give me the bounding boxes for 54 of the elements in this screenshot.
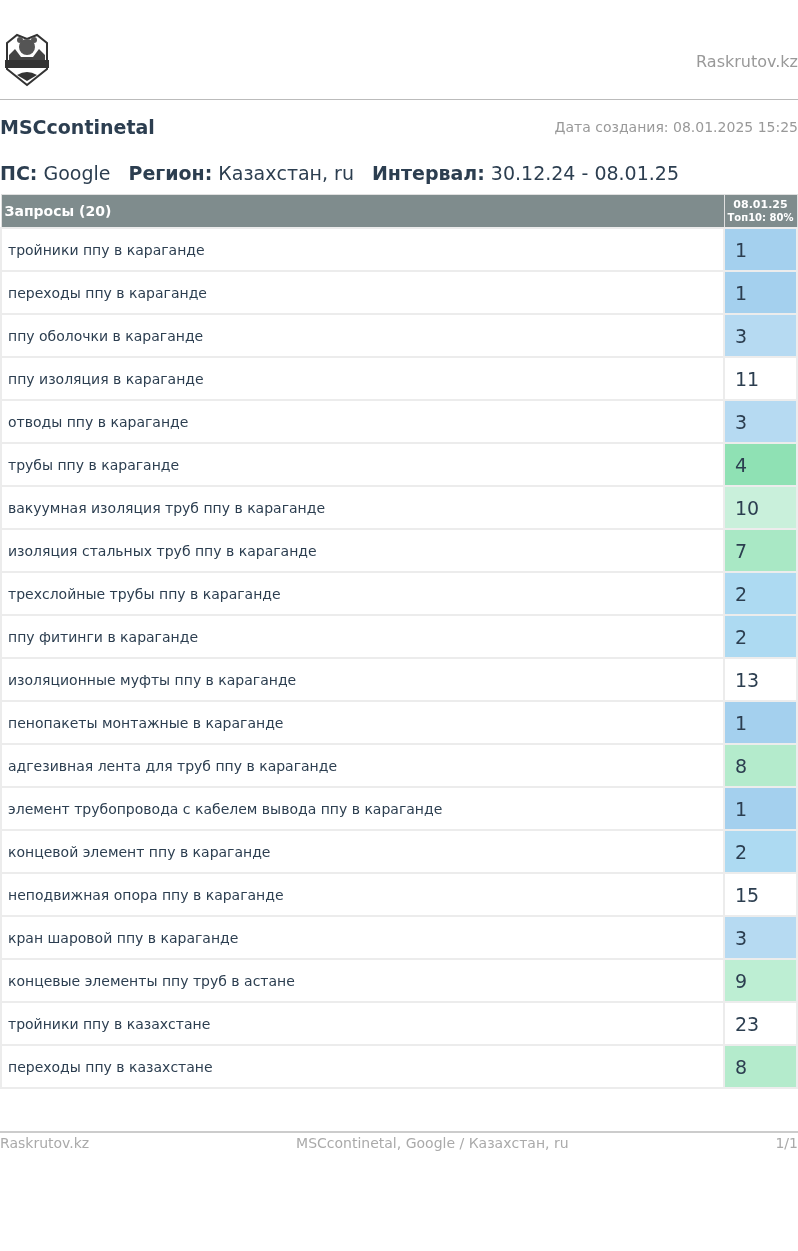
position-cell: 4 (724, 443, 797, 486)
position-cell: 13 (724, 658, 797, 701)
position-cell: 3 (724, 314, 797, 357)
position-cell: 1 (724, 701, 797, 744)
site-name: Raskrutov.kz (696, 52, 798, 71)
param-label: Регион: (128, 162, 213, 184)
query-cell: концевой элемент ппу в караганде (1, 830, 724, 873)
param-value: Google (43, 162, 111, 184)
position-cell: 2 (724, 615, 797, 658)
query-cell: концевые элементы ппу труб в астане (1, 959, 724, 1002)
position-cell: 15 (724, 873, 797, 916)
query-cell: кран шаровой ппу в караганде (1, 916, 724, 959)
project-title: MSCcontinetal (0, 116, 155, 138)
position-cell: 1 (724, 228, 797, 271)
query-cell: переходы ппу в караганде (1, 271, 724, 314)
footer-site: Raskrutov.kz (0, 1135, 90, 1151)
query-cell: ппу оболочки в караганде (1, 314, 724, 357)
query-cell: изоляция стальных труб ппу в караганде (1, 529, 724, 572)
column-header: Запросы (20) (1, 194, 724, 228)
query-cell: трубы ппу в караганде (1, 443, 724, 486)
position-cell: 2 (724, 830, 797, 873)
position-cell: 8 (724, 1045, 797, 1088)
position-cell: 10 (724, 486, 797, 529)
position-cell: 23 (724, 1002, 797, 1045)
position-cell: 8 (724, 744, 797, 787)
query-cell: адгезивная лента для труб ппу в караганде (1, 744, 724, 787)
param-label: ПС: (0, 162, 38, 184)
param-value: 30.12.24 - 08.01.25 (490, 162, 679, 184)
position-cell: 3 (724, 916, 797, 959)
position-cell: 9 (724, 959, 797, 1002)
position-cell: 3 (724, 400, 797, 443)
query-cell: неподвижная опора ппу в караганде (1, 873, 724, 916)
creation-date: Дата создания: 08.01.2025 15:25 (554, 119, 798, 135)
query-cell: изоляционные муфты ппу в караганде (1, 658, 724, 701)
query-cell: ппу изоляция в караганде (1, 357, 724, 400)
position-cell: 1 (724, 271, 797, 314)
query-cell: пенопакеты монтажные в караганде (1, 701, 724, 744)
position-cell: 11 (724, 357, 797, 400)
page-number: 1/1 (775, 1135, 798, 1151)
query-cell: тройники ппу в казахстане (1, 1002, 724, 1045)
position-cell: 2 (724, 572, 797, 615)
param-value: Казахстан, ru (218, 162, 354, 184)
query-cell: ппу фитинги в караганде (1, 615, 724, 658)
query-cell: элемент трубопровода с кабелем вывода ппу в караганде (1, 787, 724, 830)
query-cell: переходы ппу в казахстане (1, 1045, 724, 1088)
query-cell: отводы ппу в караганде (1, 400, 724, 443)
param-label: Интервал: (371, 162, 485, 184)
query-cell: вакуумная изоляция труб ппу в караганде (1, 486, 724, 529)
query-cell: трехслойные трубы ппу в караганде (1, 572, 724, 615)
footer-report: MSCcontinetal, Google / Казахстан, ru (296, 1135, 569, 1151)
position-cell: 7 (724, 529, 797, 572)
position-cell: 1 (724, 787, 797, 830)
column-header: 08.01.25 Топ10: 80% (724, 194, 797, 228)
query-cell: тройники ппу в караганде (1, 228, 724, 271)
